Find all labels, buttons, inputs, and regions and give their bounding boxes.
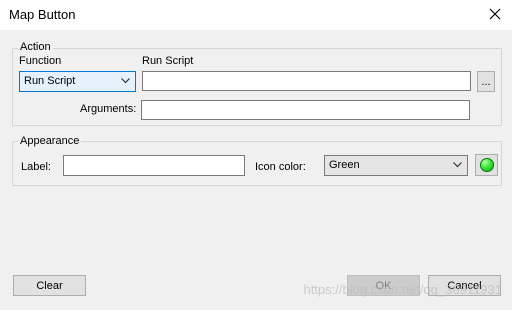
title-bar: Map Button bbox=[0, 0, 512, 30]
map-button-dialog: Map Button Action Function Run Script Ru… bbox=[0, 0, 512, 310]
action-group-legend: Action bbox=[18, 41, 53, 53]
close-icon bbox=[489, 8, 501, 20]
window-title: Map Button bbox=[9, 7, 76, 22]
clear-button[interactable]: Clear bbox=[13, 275, 86, 296]
icon-color-label: Icon color: bbox=[255, 161, 306, 173]
label-label: Label: bbox=[21, 161, 51, 173]
browse-button-label: ... bbox=[481, 75, 491, 88]
function-select-value: Run Script bbox=[24, 75, 76, 87]
arguments-label: Arguments: bbox=[80, 103, 137, 115]
icon-color-select-value: Green bbox=[329, 159, 360, 171]
green-dot-icon bbox=[480, 158, 494, 172]
chevron-down-icon bbox=[453, 162, 462, 168]
chevron-down-icon bbox=[121, 78, 130, 84]
browse-button[interactable]: ... bbox=[477, 71, 495, 92]
close-button[interactable] bbox=[478, 0, 512, 30]
script-path-input[interactable] bbox=[142, 71, 471, 91]
label-input[interactable] bbox=[63, 155, 245, 176]
function-select[interactable]: Run Script bbox=[19, 71, 136, 92]
function-label: Function bbox=[19, 55, 62, 67]
script-label: Run Script bbox=[142, 55, 194, 67]
icon-color-select[interactable]: Green bbox=[324, 155, 468, 176]
appearance-group-legend: Appearance bbox=[18, 135, 82, 147]
arguments-input[interactable] bbox=[141, 100, 470, 120]
icon-color-swatch-button[interactable] bbox=[475, 154, 498, 176]
clear-button-label: Clear bbox=[36, 279, 63, 292]
watermark: https://blog.csdn.net/qq_36911931 bbox=[303, 282, 502, 297]
